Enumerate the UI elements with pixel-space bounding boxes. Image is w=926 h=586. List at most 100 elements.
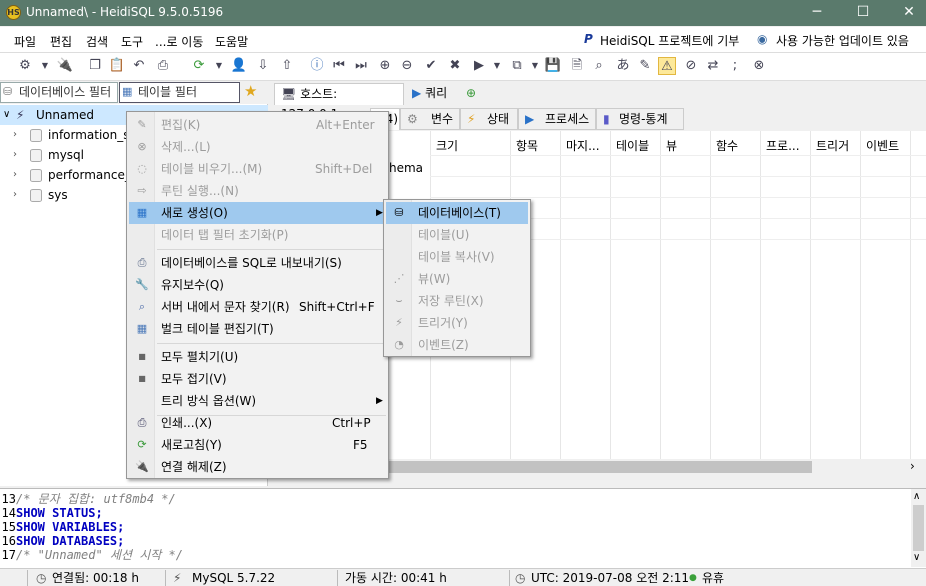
menu-item-delete[interactable]: ⊗ 삭제...(L)	[129, 136, 386, 158]
chevron-up-icon[interactable]: ∧	[913, 491, 920, 502]
session-manager-icon[interactable]: ⚙	[16, 57, 34, 75]
info-icon[interactable]: ⓘ	[308, 57, 326, 75]
chevron-down-icon[interactable]: ∨	[3, 105, 10, 125]
chevron-down-icon[interactable]: ▼	[526, 57, 544, 75]
import-icon[interactable]: ⇩	[254, 57, 272, 75]
tab-status[interactable]: ⚡ 상태	[460, 108, 518, 130]
column-header-last-modified[interactable]: 마지...	[566, 137, 600, 154]
first-record-icon[interactable]: ⏮	[330, 57, 348, 75]
grid-cell[interactable]: hema	[389, 161, 423, 175]
menu-edit[interactable]: 편집	[50, 33, 72, 50]
print-icon[interactable]: ⎙	[154, 57, 172, 75]
edit-icon[interactable]: ✎	[636, 57, 654, 75]
delete-row-icon[interactable]: ⊖	[398, 57, 416, 75]
menu-item-print[interactable]: ⎙ 인쇄...(X) Ctrl+P	[129, 412, 386, 434]
chevron-right-icon[interactable]: ›	[13, 125, 17, 145]
menu-item-find-text-on-server[interactable]: ⌕ 서버 내에서 문자 찾기(R) Shift+Ctrl+F	[129, 296, 386, 318]
refresh-icon[interactable]: ⟳	[190, 57, 208, 75]
column-header-views[interactable]: 뷰	[666, 137, 677, 154]
menu-item-edit[interactable]: ✎ 편집(K) Alt+Enter	[129, 114, 386, 136]
table-filter-input[interactable]: 테이블 필터	[119, 82, 240, 103]
submenu-item-copy-table[interactable]: 테이블 복사(V)	[386, 246, 528, 268]
menu-item-refresh[interactable]: ⟳ 새로고침(Y) F5	[129, 434, 386, 456]
chevron-down-icon[interactable]: ▼	[210, 57, 228, 75]
menu-item-collapse-all[interactable]: ■ 모두 접기(V)	[129, 368, 386, 390]
submenu-item-event[interactable]: ◔ 이벤트(Z)	[386, 334, 528, 356]
undo-icon[interactable]: ↶	[130, 57, 148, 75]
menu-item-expand-all[interactable]: ■ 모두 펼치기(U)	[129, 346, 386, 368]
tab-query[interactable]: ▶ 쿼리	[406, 83, 466, 105]
scrollbar-thumb[interactable]	[913, 505, 924, 551]
column-header-size[interactable]: 크기	[436, 137, 458, 154]
favorite-star-icon[interactable]: ★	[244, 82, 257, 100]
submenu-item-trigger[interactable]: ⚡ 트리거(Y)	[386, 312, 528, 334]
off-icon[interactable]: ⊘	[682, 57, 700, 75]
submenu-item-view[interactable]: ⋰ 뷰(W)	[386, 268, 528, 290]
export-icon[interactable]: ⇧	[278, 57, 296, 75]
menu-item-create-new[interactable]: ▦ 새로 생성(O) ▶	[129, 202, 386, 224]
log-vertical-scrollbar[interactable]: ∧ ∨	[911, 489, 926, 567]
chevron-right-icon[interactable]: ›	[910, 459, 915, 473]
menu-file[interactable]: 파일	[14, 33, 36, 50]
stop-icon[interactable]: ⊗	[750, 57, 768, 75]
menu-tools[interactable]: 도구	[121, 33, 143, 50]
submenu-item-database[interactable]: ⛁ 데이터베이스(T)	[386, 202, 528, 224]
menu-item-run-routine[interactable]: ⇨ 루틴 실행...(N)	[129, 180, 386, 202]
menu-item-reset-data-filter[interactable]: 데이터 탭 필터 초기화(P)	[129, 224, 386, 246]
chevron-down-icon[interactable]: ▼	[488, 57, 506, 75]
cancel-icon[interactable]: ✖	[446, 57, 464, 75]
close-button[interactable]: ✕	[886, 0, 926, 26]
donate-link[interactable]: HeidiSQL 프로젝트에 기부	[600, 32, 739, 49]
chevron-right-icon[interactable]: ›	[13, 185, 17, 205]
save-icon[interactable]: 💾	[544, 57, 562, 75]
warning-icon[interactable]: ⚠	[658, 57, 676, 75]
menu-item-export-sql[interactable]: ⎙ 데이터베이스를 SQL로 내보내기(S)	[129, 252, 386, 274]
menu-item-tree-style-options[interactable]: 트리 방식 옵션(W) ▶	[129, 390, 386, 412]
maximize-button[interactable]: ☐	[840, 0, 886, 26]
format-icon[interactable]: ⇄	[704, 57, 722, 75]
menu-item-empty-table[interactable]: ◌ 테이블 비우기...(M) Shift+Del	[129, 158, 386, 180]
column-header-triggers[interactable]: 트리거	[816, 137, 849, 154]
insert-row-icon[interactable]: ⊕	[376, 57, 394, 75]
chevron-right-icon[interactable]: ›	[13, 165, 17, 185]
run-icon[interactable]: ▶	[470, 57, 488, 75]
chevron-right-icon[interactable]: ›	[13, 145, 17, 165]
user-manager-icon[interactable]: 👤	[230, 57, 248, 75]
translate-icon[interactable]: あ	[614, 57, 632, 75]
last-record-icon[interactable]: ⏭	[352, 57, 370, 75]
column-header-tables[interactable]: 테이블	[616, 137, 649, 154]
tab-command-stats[interactable]: ▮ 명령-통계	[596, 108, 684, 130]
menu-goto[interactable]: ...로 이동	[155, 33, 203, 50]
new-query-tab-icon[interactable]: ⊕	[466, 86, 476, 100]
chevron-down-icon[interactable]: ▼	[36, 57, 54, 75]
minimize-button[interactable]: ─	[794, 0, 840, 26]
submenu-item-table[interactable]: 테이블(U)	[386, 224, 528, 246]
load-sql-icon[interactable]: 🗎	[568, 57, 586, 75]
menu-item-disconnect[interactable]: 🔌 연결 해제(Z)	[129, 456, 386, 478]
chevron-down-icon[interactable]: ∨	[913, 552, 920, 563]
column-header-items[interactable]: 항목	[516, 137, 538, 154]
column-header-functions[interactable]: 함수	[716, 137, 738, 154]
column-header-procedures[interactable]: 프로...	[766, 137, 800, 154]
menu-search[interactable]: 검색	[86, 33, 108, 50]
run-selection-icon[interactable]: ⧉	[508, 57, 526, 75]
tab-variables[interactable]: ⚙ 변수	[400, 108, 460, 130]
paste-icon[interactable]: 📋	[108, 57, 126, 75]
connect-icon[interactable]: 🔌	[56, 57, 74, 75]
sql-log-panel[interactable]: 13/* 문자 집합: utf8mb4 */ 14SHOW STATUS; 15…	[0, 488, 926, 568]
updates-link[interactable]: 사용 가능한 업데이트 있음	[776, 32, 909, 49]
post-icon[interactable]: ✔	[422, 57, 440, 75]
submenu-item-stored-routine[interactable]: ⌣ 저장 루틴(X)	[386, 290, 528, 312]
database-filter-input[interactable]: 데이터베이스 필터	[0, 82, 118, 103]
semicolon-icon[interactable]: ;	[726, 57, 744, 75]
column-header-events[interactable]: 이벤트	[866, 137, 899, 154]
menu-help[interactable]: 도움말	[215, 33, 248, 50]
menu-item-bulk-table-editor[interactable]: ▦ 벌크 테이블 편집기(T)	[129, 318, 386, 340]
binoculars-icon[interactable]: ⌕	[590, 57, 608, 75]
tab-processes[interactable]: ▶ 프로세스	[518, 108, 596, 130]
menu-item-maintenance[interactable]: 🔧 유지보수(Q)	[129, 274, 386, 296]
server-icon: ⚡	[173, 571, 182, 585]
tab-host[interactable]: 🖥 호스트: 127.0.0.1	[274, 83, 404, 121]
scrollbar-thumb[interactable]	[388, 461, 812, 473]
copy-icon[interactable]: ❐	[86, 57, 104, 75]
